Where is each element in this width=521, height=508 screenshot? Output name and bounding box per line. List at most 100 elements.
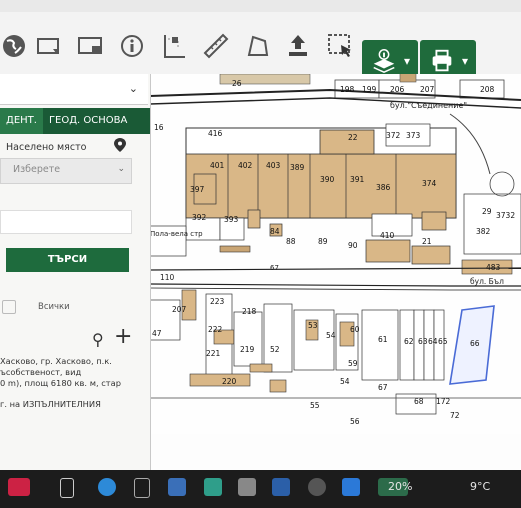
mail-icon[interactable] bbox=[168, 478, 186, 496]
zoom-search-icon[interactable]: ⚲ bbox=[92, 330, 104, 349]
svg-text:206: 206 bbox=[390, 85, 405, 94]
svg-text:63: 63 bbox=[418, 337, 428, 346]
svg-text:89: 89 bbox=[318, 237, 328, 246]
svg-text:392: 392 bbox=[192, 213, 207, 222]
add-plus-icon[interactable]: + bbox=[114, 324, 132, 349]
battery-percent: 20% bbox=[388, 480, 413, 493]
svg-text:64: 64 bbox=[428, 337, 438, 346]
map-toolbar: ▾ ▾ bbox=[0, 12, 521, 82]
svg-text:374: 374 bbox=[422, 179, 437, 188]
svg-text:198: 198 bbox=[340, 85, 355, 94]
svg-text:68: 68 bbox=[414, 397, 424, 406]
info-icon[interactable] bbox=[112, 28, 152, 64]
svg-text:223: 223 bbox=[210, 297, 225, 306]
svg-text:401: 401 bbox=[210, 161, 225, 170]
search-panel: ⌄ ДЕНТ. ГЕОД. ОСНОВА Населено място Избе… bbox=[0, 74, 151, 470]
ruler-icon[interactable] bbox=[196, 28, 236, 64]
l-app-icon[interactable] bbox=[204, 478, 222, 496]
svg-text:222: 222 bbox=[208, 325, 223, 334]
svg-text:372: 372 bbox=[386, 131, 401, 140]
search-button[interactable]: ТЪРСИ bbox=[6, 248, 129, 272]
svg-text:373: 373 bbox=[406, 131, 421, 140]
calendar-icon[interactable] bbox=[134, 478, 150, 498]
svg-text:59: 59 bbox=[348, 359, 358, 368]
file-manager-icon[interactable] bbox=[238, 478, 256, 496]
svg-text:21: 21 bbox=[422, 237, 432, 246]
label-villa: Пола-вела стр bbox=[150, 230, 203, 238]
select-rect-icon[interactable] bbox=[28, 28, 68, 64]
chevron-down-icon: ▾ bbox=[461, 54, 469, 68]
svg-text:54: 54 bbox=[340, 377, 350, 386]
svg-text:55: 55 bbox=[310, 401, 320, 410]
svg-text:393: 393 bbox=[224, 215, 239, 224]
cadastral-map[interactable]: бул."Съединение" 110 67 бул. Бъл Пола-ве… bbox=[150, 74, 521, 434]
screen: ▾ ▾ бул."Съединение" 110 67 бул. Бъл Пол… bbox=[0, 0, 521, 470]
chevron-down-icon: ⌄ bbox=[128, 82, 138, 95]
print-icon bbox=[432, 49, 452, 72]
svg-text:389: 389 bbox=[290, 163, 305, 172]
svg-text:382: 382 bbox=[476, 227, 491, 236]
svg-text:88: 88 bbox=[286, 237, 296, 246]
svg-text:90: 90 bbox=[348, 241, 358, 250]
taskbar: 20% 9°C bbox=[0, 470, 521, 508]
svg-text:65: 65 bbox=[438, 337, 448, 346]
svg-text:397: 397 bbox=[190, 185, 205, 194]
svg-text:61: 61 bbox=[378, 335, 388, 344]
search-result[interactable]: Хасково, гр. Хасково, п.к. ъсобственост,… bbox=[0, 356, 148, 410]
select-cursor-icon[interactable] bbox=[320, 28, 360, 64]
svg-text:56: 56 bbox=[350, 417, 360, 426]
svg-text:3732: 3732 bbox=[496, 211, 515, 220]
svg-text:66: 66 bbox=[470, 339, 480, 348]
result-line: ъсобственост, вид bbox=[0, 367, 82, 377]
svg-text:22: 22 bbox=[348, 133, 358, 142]
gift-icon[interactable] bbox=[8, 478, 30, 496]
svg-text:483: 483 bbox=[486, 263, 501, 272]
svg-text:386: 386 bbox=[376, 183, 391, 192]
svg-text:208: 208 bbox=[480, 85, 495, 94]
street-label-67: 67 bbox=[270, 264, 279, 272]
svg-text:410: 410 bbox=[380, 231, 395, 240]
svg-text:84: 84 bbox=[270, 227, 280, 236]
tab-ident[interactable]: ДЕНТ. bbox=[0, 108, 43, 134]
measure-grid-icon[interactable] bbox=[154, 28, 194, 64]
search-input[interactable] bbox=[0, 210, 132, 234]
svg-text:221: 221 bbox=[206, 349, 221, 358]
street-label-top: бул."Съединение" bbox=[390, 101, 467, 110]
svg-text:207: 207 bbox=[420, 85, 435, 94]
svg-text:172: 172 bbox=[436, 397, 451, 406]
tab-geod-osnova[interactable]: ГЕОД. ОСНОВА bbox=[43, 108, 133, 134]
select-window-icon[interactable] bbox=[70, 28, 110, 64]
screen-bezel bbox=[0, 0, 521, 12]
street-label-110: 110 bbox=[160, 273, 175, 282]
outlook-icon[interactable] bbox=[342, 478, 360, 496]
location-pin-icon[interactable] bbox=[114, 138, 126, 152]
polygon-measure-icon[interactable] bbox=[238, 28, 278, 64]
svg-text:47: 47 bbox=[152, 329, 162, 338]
svg-text:219: 219 bbox=[240, 345, 255, 354]
task-view-icon[interactable] bbox=[60, 478, 74, 498]
word-icon[interactable] bbox=[272, 478, 290, 496]
edge-icon[interactable] bbox=[98, 478, 116, 496]
chevron-down-icon: ⌄ bbox=[117, 164, 125, 174]
svg-text:62: 62 bbox=[404, 337, 414, 346]
svg-text:52: 52 bbox=[270, 345, 280, 354]
street-label-right: бул. Бъл bbox=[470, 277, 504, 286]
panel-header-dropdown[interactable]: ⌄ bbox=[0, 74, 148, 105]
chrome-icon[interactable] bbox=[308, 478, 326, 496]
svg-text:403: 403 bbox=[266, 161, 281, 170]
svg-text:60: 60 bbox=[350, 325, 360, 334]
layers-info-icon bbox=[373, 49, 395, 74]
place-select-placeholder: Изберете bbox=[13, 164, 61, 175]
svg-text:218: 218 bbox=[242, 307, 257, 316]
svg-text:53: 53 bbox=[308, 321, 318, 330]
checkbox-icon[interactable] bbox=[2, 300, 16, 314]
temperature: 9°C bbox=[470, 480, 491, 493]
svg-text:220: 220 bbox=[222, 377, 237, 386]
svg-text:26: 26 bbox=[232, 79, 242, 88]
all-label: Всички bbox=[38, 302, 70, 312]
upload-icon[interactable] bbox=[278, 28, 318, 64]
result-line: Хасково, гр. Хасково, п.к. bbox=[0, 356, 112, 366]
panel-tabs: ДЕНТ. ГЕОД. ОСНОВА bbox=[0, 108, 150, 134]
svg-text:390: 390 bbox=[320, 175, 335, 184]
place-select[interactable]: Изберете ⌄ bbox=[0, 158, 132, 184]
